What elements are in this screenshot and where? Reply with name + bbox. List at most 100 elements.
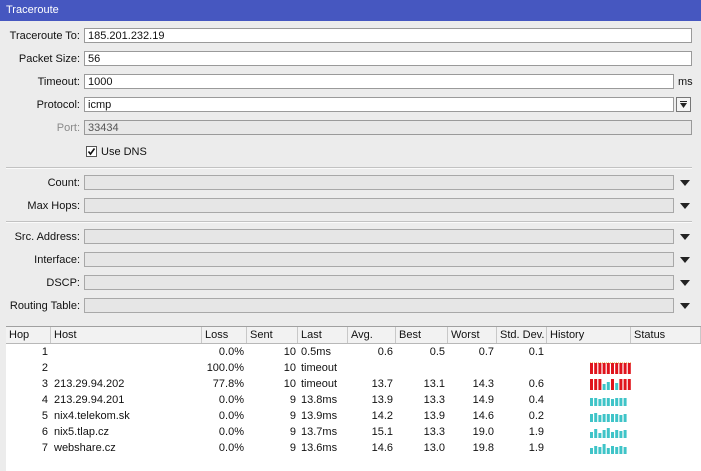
cell-best: 13.3 xyxy=(423,394,445,406)
history-bar xyxy=(594,398,598,406)
timeout-input[interactable]: 1000 xyxy=(84,74,674,89)
history-bar xyxy=(615,363,619,374)
cell-hop: 1 xyxy=(41,346,48,358)
column-header-worst[interactable]: Worst xyxy=(448,327,497,343)
cell-sent: 9 xyxy=(289,426,296,438)
cell-host xyxy=(51,344,202,360)
dscp-expand-icon[interactable] xyxy=(680,280,690,286)
cell-sent: 9 xyxy=(289,410,296,422)
cell-last: 13.8ms xyxy=(301,394,338,406)
src-address-input[interactable] xyxy=(84,229,674,244)
column-header-loss[interactable]: Loss xyxy=(202,327,247,343)
history-bar xyxy=(606,428,610,438)
column-header-hop[interactable]: Hop xyxy=(6,327,51,343)
cell-avg xyxy=(348,360,396,376)
history-bar xyxy=(619,431,623,438)
history-bar xyxy=(615,430,619,438)
protocol-dropdown-button[interactable] xyxy=(676,97,691,112)
routing-table-label: Routing Table: xyxy=(9,300,80,312)
packet-size-input[interactable]: 56 xyxy=(84,51,692,66)
history-bar xyxy=(615,398,619,406)
history-graph xyxy=(590,413,627,422)
history-bar xyxy=(598,379,602,390)
routing-table-input[interactable] xyxy=(84,298,674,313)
table-row[interactable]: 2 100.0% 10 timeout xyxy=(6,360,701,376)
table-row[interactable]: 3 213.29.94.202 77.8% 10 timeout 13.7 13.1 14.3… xyxy=(6,376,701,392)
table-row[interactable]: 6 nix5.tlap.cz 0.0% 9 13.7ms 15.1 13.3 19.0 1.9 xyxy=(6,424,701,440)
cell-sent: 10 xyxy=(283,378,296,390)
history-bar xyxy=(594,413,598,422)
table-header: Hop Host Loss Sent Last Avg. Best Worst Std. Dev… xyxy=(6,327,701,344)
history-bar xyxy=(598,415,602,422)
cell-sent: 9 xyxy=(289,442,296,454)
history-bar xyxy=(598,399,602,406)
table-row[interactable]: 1 0.0% 10 0.5ms 0.6 0.5 0.7 0.1 xyxy=(6,344,701,360)
cell-hop: 2 xyxy=(41,362,48,374)
cell-worst: 19.0 xyxy=(472,426,494,438)
history-bar xyxy=(611,432,614,438)
cell-stddev: 0.6 xyxy=(528,378,544,390)
history-bar xyxy=(619,446,623,454)
interface-expand-icon[interactable] xyxy=(680,257,690,263)
cell-last: 0.5ms xyxy=(301,346,331,358)
history-bar xyxy=(619,363,623,374)
history-bar xyxy=(623,398,627,406)
cell-stddev: 1.9 xyxy=(528,442,544,454)
timeout-unit: ms xyxy=(678,76,693,88)
column-header-std-dev[interactable]: Std. Dev. xyxy=(497,327,547,343)
cell-host: webshare.cz xyxy=(54,442,116,454)
column-header-status[interactable]: Status xyxy=(631,327,701,343)
history-bar xyxy=(590,448,593,454)
history-bar xyxy=(615,447,619,454)
src-address-label: Src. Address: xyxy=(14,231,80,243)
protocol-select[interactable]: icmp xyxy=(84,97,674,112)
history-bar xyxy=(590,379,593,390)
dscp-input[interactable] xyxy=(84,275,674,290)
cell-last: timeout xyxy=(301,362,338,374)
history-bar xyxy=(590,432,593,438)
cell-hop: 3 xyxy=(41,378,48,390)
column-header-host[interactable]: Host xyxy=(51,327,202,343)
history-bar xyxy=(615,383,619,390)
cell-avg: 14.6 xyxy=(371,442,393,454)
cell-best xyxy=(396,360,448,376)
routing-table-expand-icon[interactable] xyxy=(680,303,690,309)
cell-loss: 0.0% xyxy=(218,426,244,438)
table-row[interactable]: 7 webshare.cz 0.0% 9 13.6ms 14.6 13.0 19.8 1.9 xyxy=(6,440,701,456)
max-hops-expand-icon[interactable] xyxy=(680,203,690,209)
interface-input[interactable] xyxy=(84,252,674,267)
history-bar xyxy=(619,398,623,406)
column-header-history[interactable]: History xyxy=(547,327,631,343)
cell-last: timeout xyxy=(301,378,338,390)
history-bar xyxy=(602,384,606,390)
cell-sent: 10 xyxy=(283,346,296,358)
history-bar xyxy=(606,414,610,422)
traceroute-to-input[interactable]: 185.201.232.19 xyxy=(84,28,692,43)
cell-worst: 14.3 xyxy=(472,378,494,390)
column-header-avg[interactable]: Avg. xyxy=(348,327,396,343)
cell-worst: 14.9 xyxy=(472,394,494,406)
table-row[interactable]: 5 nix4.telekom.sk 0.0% 9 13.9ms 14.2 13.9 14.6 0… xyxy=(6,408,701,424)
history-bar xyxy=(606,398,610,406)
use-dns-checkbox[interactable] xyxy=(86,146,97,157)
history-bar xyxy=(594,379,598,390)
count-expand-icon[interactable] xyxy=(680,180,690,186)
max-hops-label: Max Hops: xyxy=(27,200,80,212)
column-header-sent[interactable]: Sent xyxy=(247,327,298,343)
column-header-last[interactable]: Last xyxy=(298,327,348,343)
cell-host xyxy=(51,360,202,376)
count-input[interactable] xyxy=(84,175,674,190)
cell-loss: 0.0% xyxy=(218,410,244,422)
dscp-label: DSCP: xyxy=(46,277,80,289)
cell-host: 213.29.94.202 xyxy=(54,378,125,390)
history-bar xyxy=(590,363,593,374)
column-header-best[interactable]: Best xyxy=(396,327,448,343)
cell-worst: 19.8 xyxy=(472,442,494,454)
src-address-expand-icon[interactable] xyxy=(680,234,690,240)
cell-sent: 9 xyxy=(289,394,296,406)
history-bar xyxy=(594,446,598,454)
table-row[interactable]: 4 213.29.94.201 0.0% 9 13.8ms 13.9 13.3 14.9 0.4 xyxy=(6,392,701,408)
cell-stddev: 1.9 xyxy=(528,426,544,438)
count-label: Count: xyxy=(47,177,80,189)
max-hops-input[interactable] xyxy=(84,198,674,213)
